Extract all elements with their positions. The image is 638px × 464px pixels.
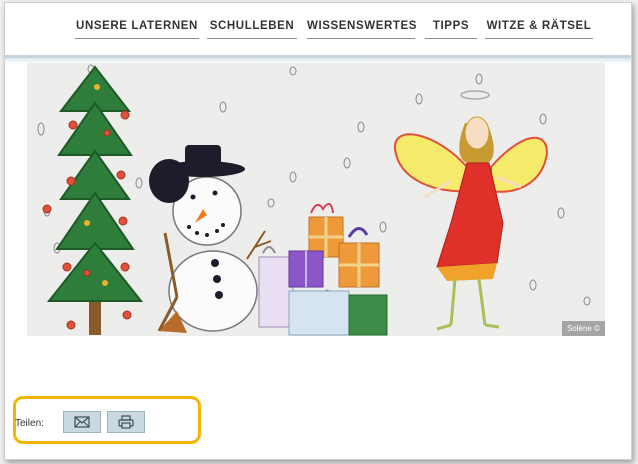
- nav-item-schulleben[interactable]: SCHULLEBEN: [207, 19, 297, 39]
- nav-item-tipps[interactable]: TIPPS: [425, 19, 477, 39]
- hero-image-childrens-drawing: Solène ©: [27, 63, 605, 336]
- presents: [258, 202, 388, 336]
- nav-item-witze-raetsel[interactable]: WITZE & RÄTSEL: [485, 19, 593, 39]
- image-credit: Solène ©: [561, 321, 605, 336]
- printer-icon: [118, 415, 134, 429]
- nav-item-unsere-laternen[interactable]: UNSERE LATERNEN: [75, 19, 199, 39]
- christmas-tree: [42, 65, 144, 335]
- page-frame: UNSERE LATERNEN SCHULLEBEN WISSENSWERTES…: [4, 2, 632, 460]
- nav-item-wissenswertes[interactable]: WISSENSWERTES: [307, 19, 416, 39]
- angel: [393, 90, 549, 331]
- envelope-icon: [74, 416, 90, 428]
- share-email-button[interactable]: [63, 411, 101, 433]
- share-print-button[interactable]: [107, 411, 145, 433]
- main-navigation: UNSERE LATERNEN SCHULLEBEN WISSENSWERTES…: [5, 3, 631, 58]
- christmas-drawing: [37, 64, 591, 336]
- share-label: Teilen:: [15, 418, 44, 429]
- snowman: [149, 145, 272, 333]
